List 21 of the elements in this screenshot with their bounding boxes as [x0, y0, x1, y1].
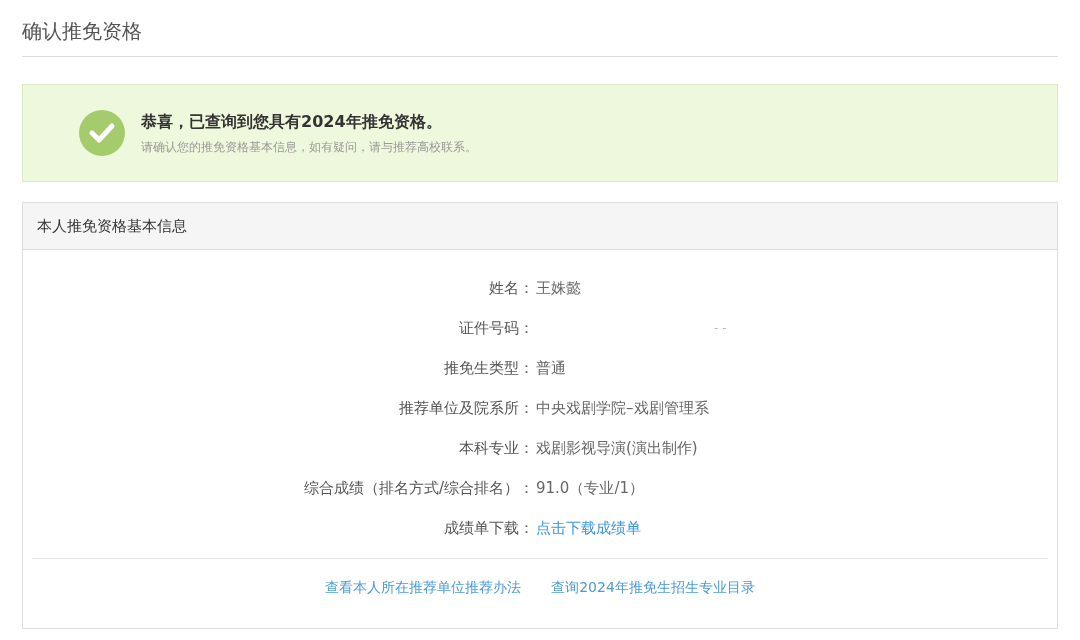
field-label: 成绩单下载：: [444, 517, 534, 539]
alert-message: 请确认您的推免资格基本信息，如有疑问，请与推荐高校联系。: [141, 139, 477, 156]
field-value: 王姝懿: [536, 277, 581, 299]
field-value: 戏剧影视导演(演出制作): [536, 437, 698, 459]
alert-heading: 恭喜，已查询到您具有2024年推免资格。: [141, 111, 442, 133]
field-value: 91.0（专业/1）: [536, 477, 644, 499]
field-label: 本科专业：: [459, 437, 534, 459]
footer-link[interactable]: 查看本人所在推荐单位推荐办法: [325, 577, 522, 598]
field-value: 普通: [536, 357, 566, 379]
field-label: 推免生类型：: [444, 357, 534, 379]
footer-link[interactable]: 查询2024年推免生招生专业目录: [551, 577, 755, 598]
field-value: 中央戏剧学院–戏剧管理系: [536, 397, 709, 419]
field-label: 综合成绩（排名方式/综合排名）：: [303, 477, 534, 499]
download-link[interactable]: 点击下载成绩单: [536, 516, 641, 540]
field-value: - -: [714, 320, 727, 337]
page-title: 确认推免资格: [22, 18, 142, 45]
field-label: 推荐单位及院系所：: [399, 397, 534, 419]
field-label: 证件号码：: [459, 317, 534, 339]
panel-title: 本人推免资格基本信息: [37, 215, 187, 237]
field-label: 姓名：: [489, 277, 534, 299]
check-icon: [79, 110, 125, 156]
